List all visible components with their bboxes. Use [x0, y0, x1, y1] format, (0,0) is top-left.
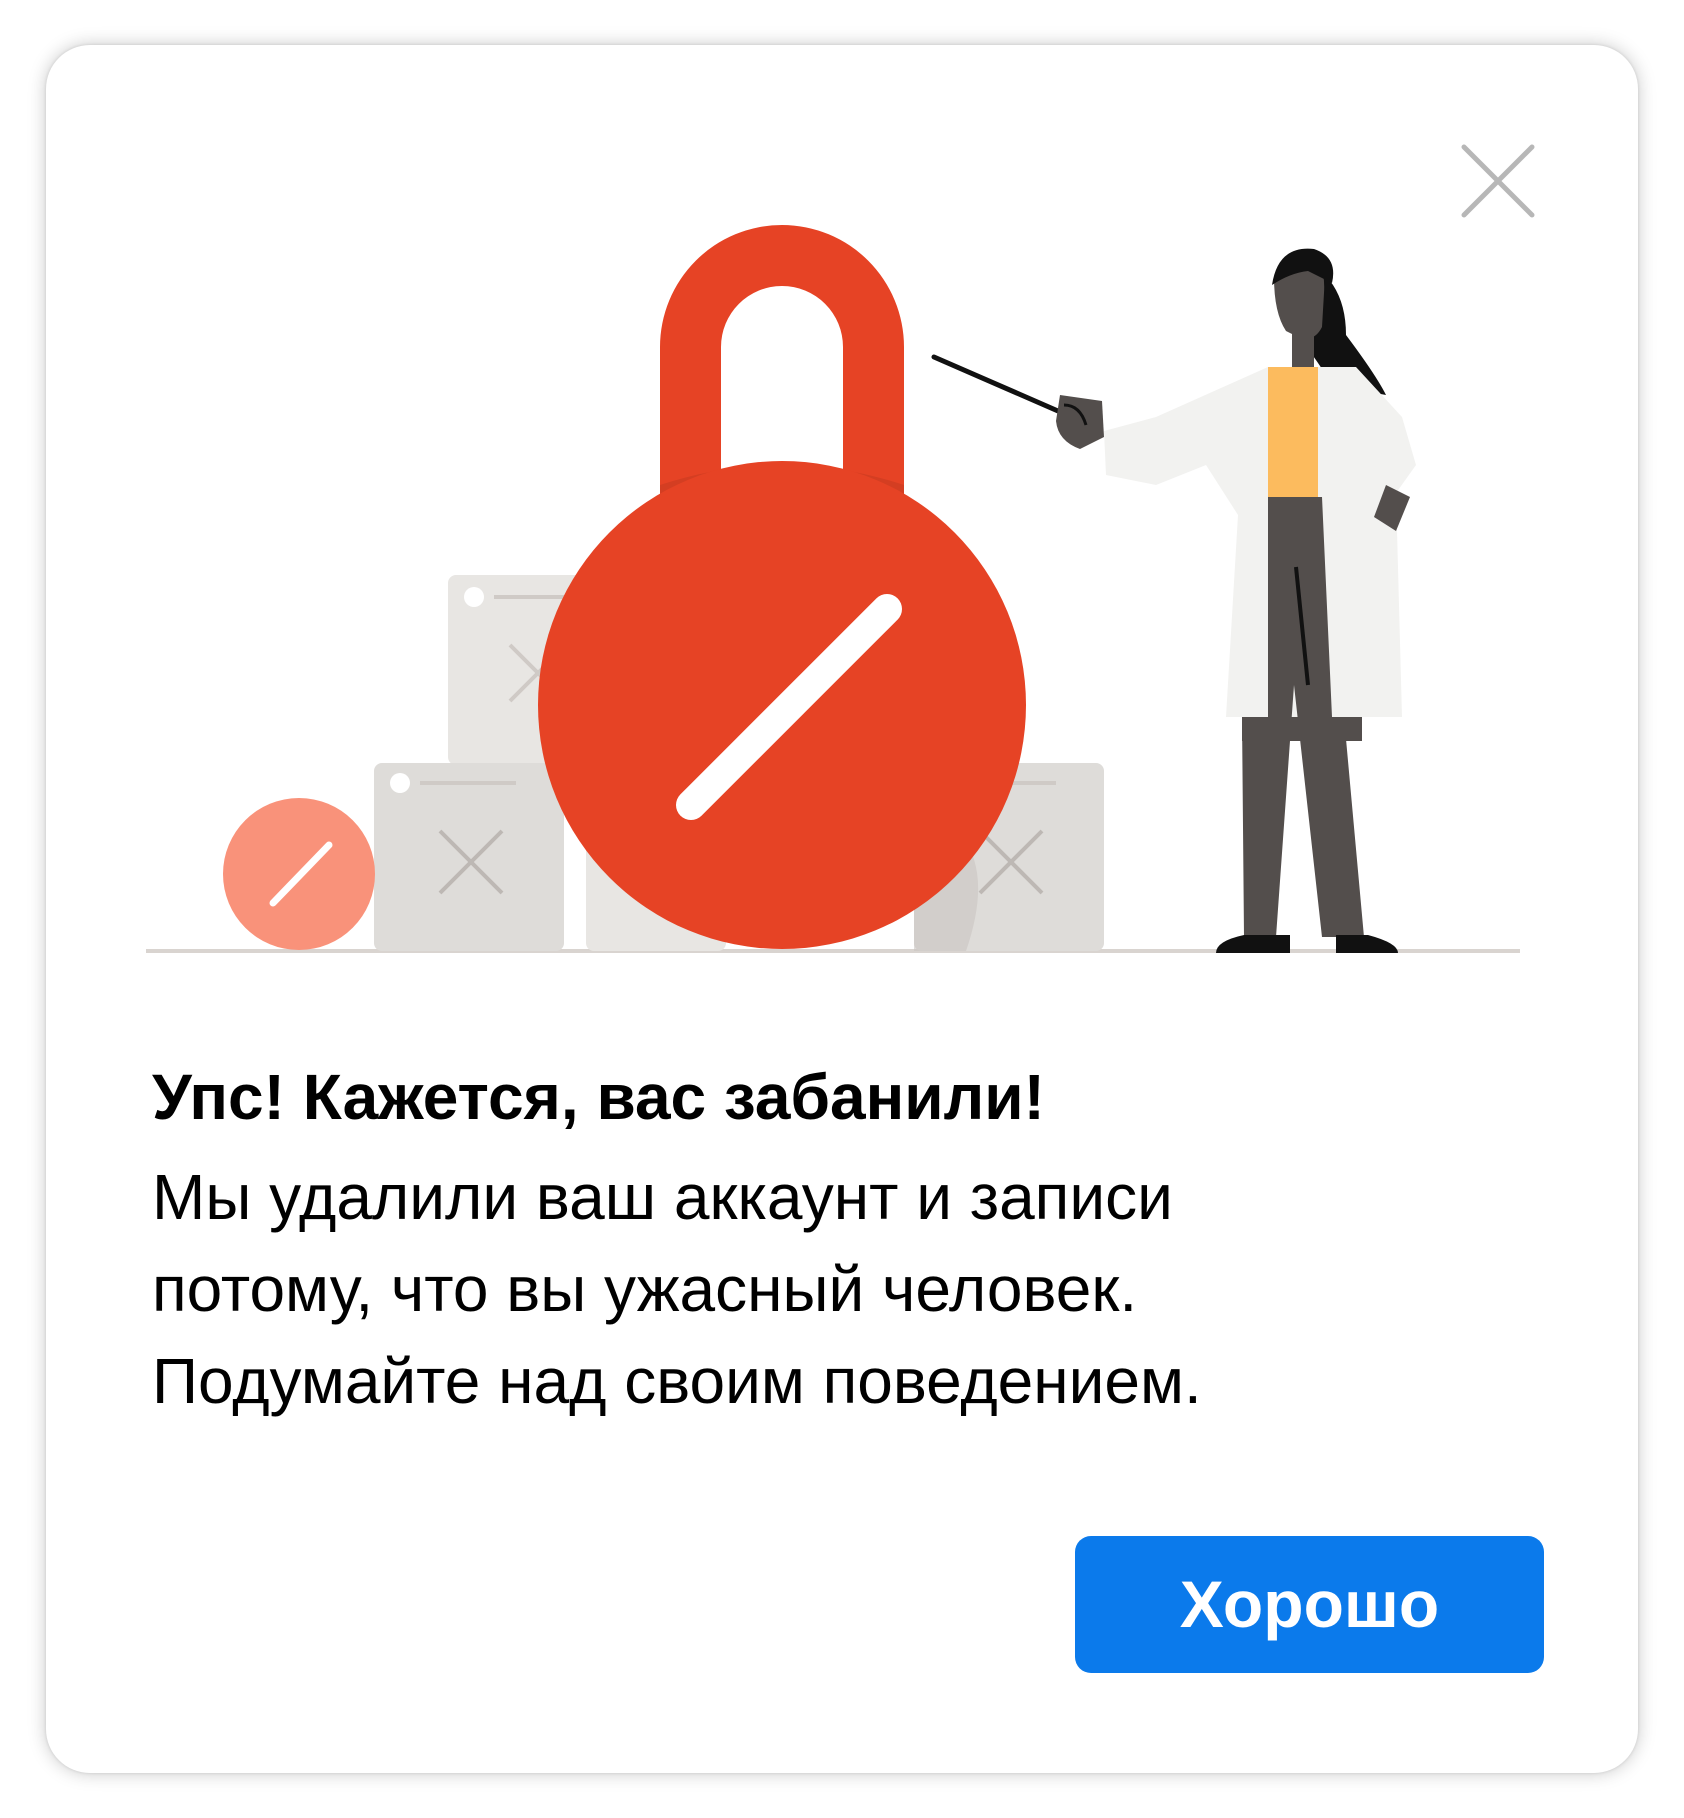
padlock-icon	[538, 225, 1026, 949]
ban-dialog: Упс! Кажется, вас забанили! Мы удалили в…	[46, 45, 1638, 1773]
dialog-title: Упс! Кажется, вас забанили!	[152, 1061, 1045, 1133]
dialog-message: Мы удалили ваш аккаунт и записи потому, …	[152, 1161, 1202, 1417]
small-ban-icon	[223, 798, 375, 950]
ok-button[interactable]: Хорошо	[1075, 1536, 1544, 1673]
window-box-left	[374, 763, 564, 951]
banned-illustration	[146, 225, 1520, 953]
